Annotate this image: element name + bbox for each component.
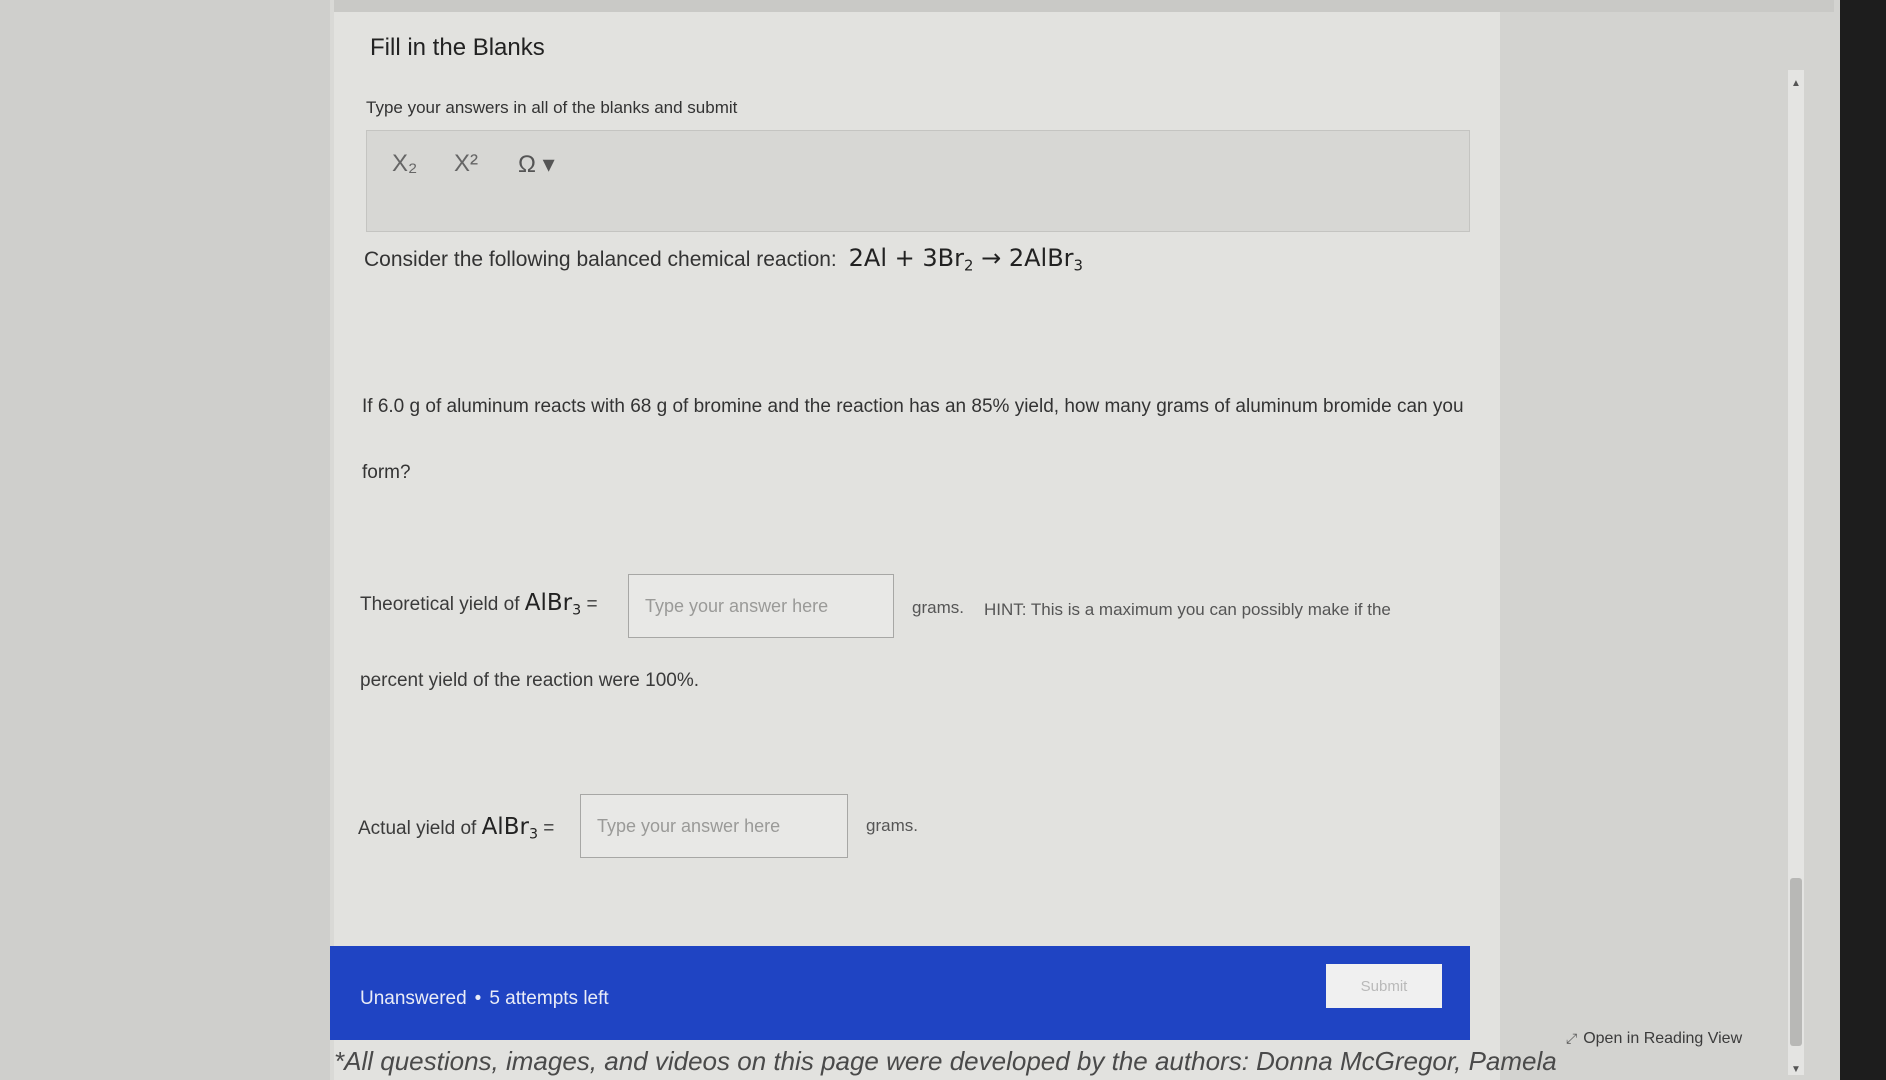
question-title: Fill in the Blanks bbox=[370, 34, 545, 61]
right-margin bbox=[1500, 0, 1886, 1080]
theoretical-yield-input[interactable] bbox=[628, 574, 894, 638]
reaction-statement: Consider the following balanced chemical… bbox=[364, 244, 1083, 274]
footer-note: *All questions, images, and videos on th… bbox=[334, 1046, 1557, 1076]
monitor-bezel bbox=[1840, 0, 1886, 1080]
superscript-button[interactable]: X² bbox=[454, 150, 478, 178]
scrollbar-thumb[interactable] bbox=[1790, 878, 1802, 1046]
status-separator: • bbox=[474, 988, 482, 1009]
left-margin bbox=[0, 0, 330, 1080]
open-reading-view-link[interactable]: ⤢ Open in Reading View bbox=[1566, 1030, 1742, 1048]
attempts-left: 5 attempts left bbox=[489, 988, 609, 1009]
reaction-prefix: Consider the following balanced chemical… bbox=[364, 248, 837, 271]
subscript-button[interactable]: X₂ bbox=[392, 150, 417, 178]
prompt-line-1: If 6.0 g of aluminum reacts with 68 g of… bbox=[362, 396, 1464, 417]
submit-button[interactable]: Submit bbox=[1326, 964, 1442, 1008]
top-strip bbox=[334, 0, 1834, 12]
actual-yield-label: Actual yield of AlBr3 = bbox=[358, 814, 555, 843]
hint-text: HINT: This is a maximum you can possibly… bbox=[984, 600, 1391, 619]
status-state: Unanswered bbox=[360, 988, 467, 1009]
actual-yield-input[interactable] bbox=[580, 794, 848, 858]
editor-toolbar bbox=[366, 130, 1470, 232]
status-text: Unanswered • 5 attempts left bbox=[360, 988, 609, 1010]
question-prompt: If 6.0 g of aluminum reacts with 68 g of… bbox=[362, 374, 1472, 506]
scroll-down-icon[interactable]: ▼ bbox=[1788, 1064, 1804, 1076]
theoretical-yield-label: Theoretical yield of AlBr3 = bbox=[360, 590, 598, 619]
special-characters-button[interactable]: Ω ▾ bbox=[518, 150, 555, 179]
theoretical-yield-unit: grams. bbox=[912, 598, 964, 617]
actual-yield-unit: grams. bbox=[866, 816, 918, 835]
prompt-line-2: form? bbox=[362, 462, 411, 483]
scroll-up-icon[interactable]: ▲ bbox=[1788, 78, 1804, 90]
reaction-equation: 2Al + 3Br2 → 2AlBr3 bbox=[848, 244, 1083, 275]
expand-icon: ⤢ bbox=[1566, 1030, 1578, 1046]
instructions-text: Type your answers in all of the blanks a… bbox=[366, 98, 738, 117]
hint-text-continued: percent yield of the reaction were 100%. bbox=[360, 670, 700, 691]
